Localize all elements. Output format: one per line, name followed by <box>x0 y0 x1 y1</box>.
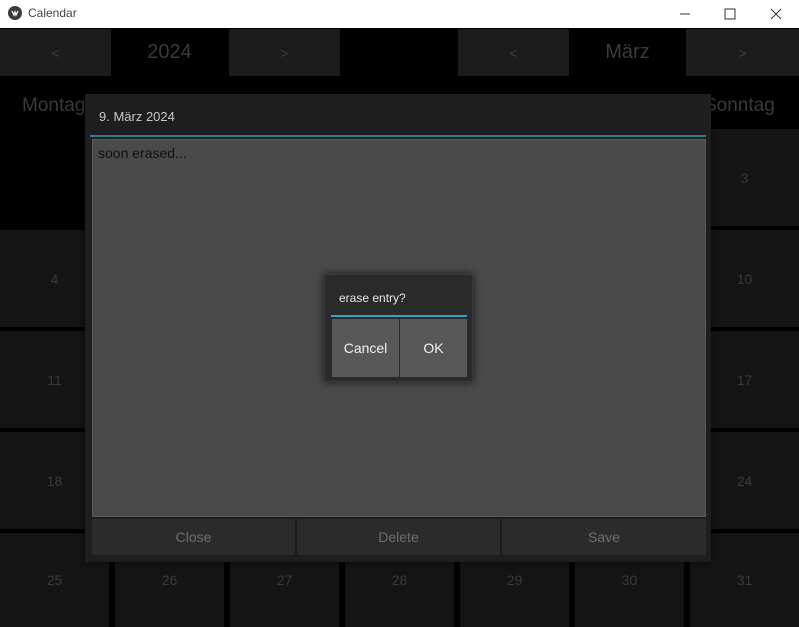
entry-title-divider <box>90 135 706 137</box>
close-icon <box>770 8 782 20</box>
close-button[interactable]: Close <box>92 519 295 555</box>
app-logo-icon <box>8 6 22 20</box>
maximize-icon <box>724 8 736 20</box>
entry-text-content: soon erased... <box>98 145 187 161</box>
delete-button[interactable]: Delete <box>297 519 500 555</box>
maximize-button[interactable] <box>707 0 753 28</box>
confirm-title: erase entry? <box>339 291 406 305</box>
close-window-button[interactable] <box>753 0 799 28</box>
day-header-sunday: Sonntag <box>704 95 775 116</box>
entry-date-title: 9. März 2024 <box>99 109 175 124</box>
prev-year-button[interactable]: < <box>0 29 111 76</box>
next-year-button[interactable]: > <box>229 29 340 76</box>
ok-button[interactable]: OK <box>400 319 467 377</box>
day-header-monday: Montag <box>22 95 86 116</box>
minimize-icon <box>680 13 690 15</box>
title-bar: Calendar <box>0 0 799 28</box>
save-button[interactable]: Save <box>502 519 706 555</box>
window-title: Calendar <box>28 6 77 20</box>
next-month-button[interactable]: > <box>686 29 799 76</box>
cancel-button[interactable]: Cancel <box>332 319 399 377</box>
year-label: 2024 <box>147 41 192 63</box>
minimize-button[interactable] <box>662 0 708 28</box>
confirm-title-divider <box>331 315 467 317</box>
erase-confirm-popup: erase entry? Cancel OK <box>324 274 473 382</box>
month-label: März <box>605 41 650 63</box>
prev-month-button[interactable]: < <box>458 29 569 76</box>
